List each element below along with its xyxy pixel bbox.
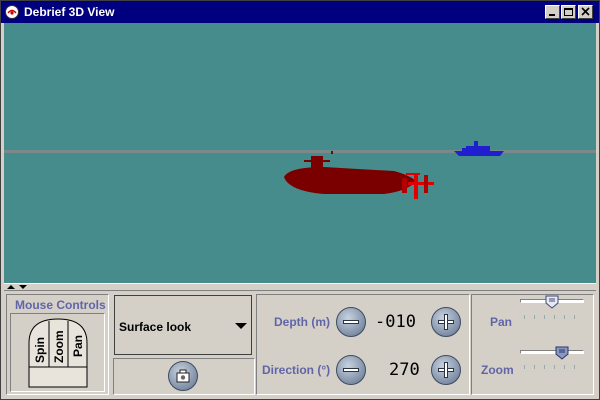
zoom-slider-ticks	[524, 365, 584, 369]
control-panel: Mouse Controls Spin Zoom Pan Surface loo…	[4, 291, 596, 397]
pan-label: Pan	[490, 315, 513, 329]
view-mode-select[interactable]: Surface look	[114, 295, 252, 355]
direction-value: 270	[389, 360, 420, 380]
mouse-mode-spin: Spin	[33, 337, 47, 363]
horizon-line	[4, 150, 596, 153]
zoom-slider-track[interactable]	[520, 350, 584, 354]
zoom-label: Zoom	[481, 363, 514, 377]
3d-viewport[interactable]	[4, 23, 596, 283]
mouse-controls-title: Mouse Controls	[15, 298, 106, 312]
minimize-button[interactable]	[545, 5, 560, 19]
app-icon	[5, 5, 19, 19]
zoom-slider-thumb[interactable]	[555, 346, 569, 360]
plus-icon-v	[444, 314, 448, 330]
snapshot-icon	[176, 369, 190, 383]
maximize-icon	[564, 8, 573, 16]
direction-label: Direction (°)	[262, 363, 331, 377]
close-icon	[581, 7, 590, 16]
plus-icon-v	[444, 362, 448, 378]
depth-decrease-button[interactable]	[336, 307, 366, 337]
splitter[interactable]	[4, 283, 596, 291]
depth-value: -010	[375, 312, 416, 332]
pan-zoom-panel: Pan Zoom	[471, 294, 594, 395]
chevron-down-icon[interactable]	[235, 323, 247, 331]
mouse-mode-zoom: Zoom	[52, 330, 66, 363]
minus-icon	[343, 320, 359, 324]
window: Debrief 3D View Mouse Controls Spin Zoom…	[0, 0, 600, 400]
pan-slider-ticks	[524, 315, 584, 319]
collapse-down-icon[interactable]	[18, 284, 28, 290]
depth-label: Depth (m)	[274, 315, 330, 329]
minimize-icon	[549, 14, 555, 16]
expand-up-icon[interactable]	[6, 284, 16, 290]
close-button[interactable]	[578, 5, 593, 19]
mouse-controls-panel: Mouse Controls Spin Zoom Pan	[6, 294, 109, 395]
mouse-mode-pan: Pan	[71, 335, 85, 357]
mouse-icon[interactable]: Spin Zoom Pan	[27, 317, 89, 389]
snapshot-area	[113, 358, 255, 395]
title-bar[interactable]: Debrief 3D View	[1, 1, 599, 23]
depth-increase-button[interactable]	[431, 307, 461, 337]
scene[interactable]	[4, 23, 596, 283]
snapshot-button[interactable]	[168, 361, 198, 391]
minus-icon	[343, 368, 359, 372]
view-mode-value: Surface look	[119, 320, 192, 334]
direction-increase-button[interactable]	[431, 355, 461, 385]
maximize-button[interactable]	[561, 5, 576, 19]
pan-slider-thumb[interactable]	[545, 295, 559, 309]
direction-decrease-button[interactable]	[336, 355, 366, 385]
window-title: Debrief 3D View	[24, 5, 115, 19]
depth-direction-panel: Depth (m) -010 Direction (°) 270	[256, 294, 470, 395]
